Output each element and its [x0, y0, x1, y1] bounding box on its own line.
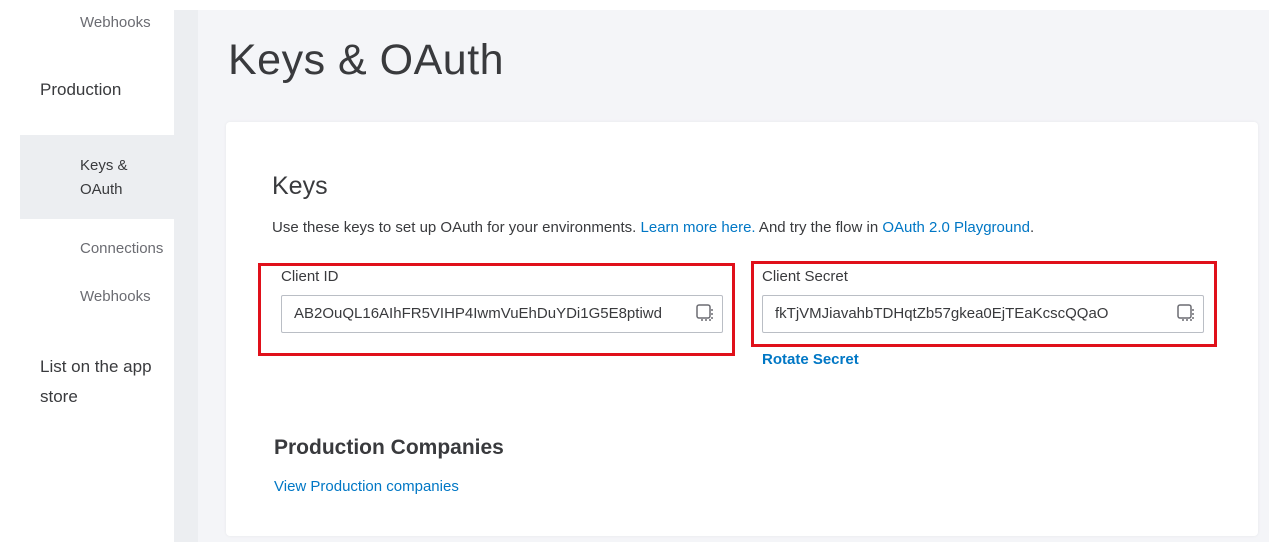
- desc-suffix: .: [1029, 219, 1035, 236]
- rotate-secret-link[interactable]: Rotate Secret: [762, 351, 859, 368]
- sidebar-item-webhooks-top[interactable]: Webhooks: [80, 14, 151, 31]
- production-companies-heading: Production Companies: [274, 436, 504, 459]
- sidebar-divider: [174, 10, 198, 542]
- sidebar-item-webhooks[interactable]: Webhooks: [80, 288, 151, 305]
- learn-more-link[interactable]: Learn more here.: [641, 219, 756, 236]
- app-frame: Webhooks Production Keys & OAuth Connect…: [0, 0, 1269, 542]
- desc-prefix: Use these keys to set up OAuth for your …: [272, 219, 641, 236]
- desc-middle: And try the flow in: [755, 219, 883, 236]
- keys-description: Use these keys to set up OAuth for your …: [272, 219, 1034, 236]
- client-id-highlight: [258, 263, 735, 356]
- keys-heading: Keys: [272, 172, 328, 200]
- sidebar-item-production[interactable]: Production: [40, 80, 121, 100]
- client-secret-highlight: [751, 261, 1217, 347]
- page-title: Keys & OAuth: [228, 36, 505, 84]
- sidebar-item-connections[interactable]: Connections: [80, 240, 174, 257]
- view-production-companies-link[interactable]: View Production companies: [274, 478, 459, 495]
- oauth-playground-link[interactable]: OAuth 2.0 Playground: [882, 219, 1030, 236]
- sidebar-item-list-on-app-store[interactable]: List on the app store: [40, 352, 174, 412]
- sidebar-item-keys-oauth[interactable]: Keys & OAuth: [80, 154, 160, 202]
